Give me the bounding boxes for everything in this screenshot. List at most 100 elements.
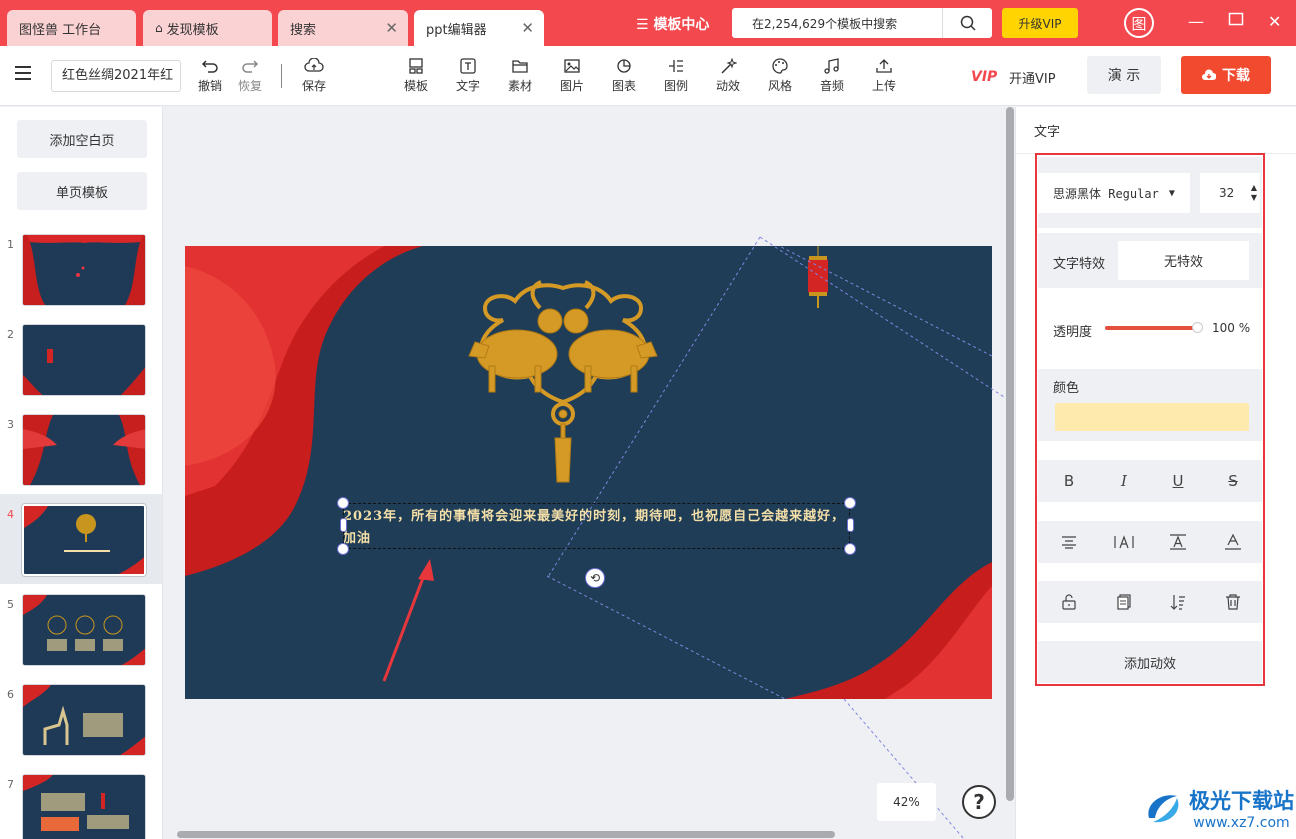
slide-thumbnail[interactable]: 2: [0, 314, 162, 404]
canvas-area: 2023年，所有的事情将会迎来最美好的时刻，期待吧，也祝愿自己会越来越好，加油 …: [164, 107, 1004, 839]
resize-handle[interactable]: [847, 518, 854, 532]
highlight-annotation-box: [1035, 153, 1265, 686]
tab-label: 发现模板: [166, 22, 219, 38]
tab-label: 搜索: [290, 22, 317, 38]
tab-search[interactable]: 搜索 ✕: [278, 10, 408, 46]
slide-thumbnail[interactable]: 5: [0, 584, 162, 674]
close-icon[interactable]: ✕: [521, 19, 534, 37]
slide-thumbnail[interactable]: 1: [0, 224, 162, 314]
resize-handle[interactable]: [337, 497, 349, 509]
animation-button[interactable]: 动效: [716, 58, 740, 94]
legend-icon: [669, 60, 683, 72]
slide-number: 3: [7, 418, 14, 431]
slides-panel: 添加空白页 单页模板 1 2 3 4 5 6 7: [0, 107, 163, 839]
template-button[interactable]: 模板: [404, 58, 428, 94]
chart-icon: [617, 59, 631, 73]
resize-handle[interactable]: [844, 497, 856, 509]
text-icon: [460, 58, 476, 74]
undo-icon: [201, 60, 218, 73]
redo-button[interactable]: 恢复: [238, 58, 262, 94]
undo-button[interactable]: 撤销: [198, 58, 222, 94]
help-icon[interactable]: ?: [962, 785, 996, 819]
legend-button[interactable]: 图例: [664, 58, 688, 94]
divider: [281, 64, 282, 88]
slide-artwork: [185, 246, 992, 699]
horizontal-scrollbar[interactable]: [177, 831, 835, 838]
present-button[interactable]: 演 示: [1087, 56, 1161, 94]
tab-label: ppt编辑器: [426, 22, 487, 38]
image-icon: [564, 59, 580, 73]
zoom-level[interactable]: 42%: [877, 783, 936, 821]
template-icon: [409, 58, 423, 74]
template-center-link[interactable]: ☰ 模板中心: [636, 14, 709, 34]
slide-preview: [22, 414, 146, 486]
cloud-download-icon: [1202, 69, 1216, 80]
tab-workspace[interactable]: 图怪兽 工作台: [7, 10, 136, 46]
tab-discover[interactable]: ⌂ 发现模板: [143, 10, 272, 46]
menu-icon[interactable]: [14, 65, 32, 85]
slide-thumbnail[interactable]: 3: [0, 404, 162, 494]
maximize-icon[interactable]: [1228, 11, 1244, 31]
cloud-save-icon: [304, 58, 324, 72]
slide-preview: [22, 684, 146, 756]
slide-thumbnail[interactable]: 7: [0, 764, 162, 839]
image-button[interactable]: 图片: [560, 58, 584, 94]
download-button[interactable]: 下载: [1181, 56, 1271, 94]
minimize-icon[interactable]: —: [1188, 12, 1204, 31]
document-name-input[interactable]: 红色丝绸2021年红: [51, 60, 181, 92]
app-logo[interactable]: 图: [1124, 8, 1154, 38]
single-page-template-button[interactable]: 单页模板: [17, 172, 147, 210]
slide-number: 6: [7, 688, 14, 701]
slide-number: 4: [7, 508, 14, 521]
slide-number: 7: [7, 778, 14, 791]
music-icon: [824, 58, 839, 74]
vip-logo: VIP: [971, 69, 998, 85]
add-blank-page-button[interactable]: 添加空白页: [17, 120, 147, 158]
slide-preview: [22, 504, 146, 576]
upload-icon: [876, 59, 892, 73]
slide-preview: [22, 324, 146, 396]
material-button[interactable]: 素材: [508, 58, 532, 94]
search-input[interactable]: 在2,254,629个模板中搜索: [732, 15, 942, 32]
resize-handle[interactable]: [340, 518, 347, 532]
slide-number: 1: [7, 238, 14, 251]
resize-handle[interactable]: [337, 543, 349, 555]
upload-button[interactable]: 上传: [872, 58, 896, 94]
menu-lines-icon: ☰: [636, 17, 649, 33]
folder-icon: [512, 60, 528, 73]
editor-toolbar: 红色丝绸2021年红 撤销 恢复 保存 模板 文字 素材 图片 图表 图例 动效: [0, 46, 1296, 106]
vertical-scrollbar[interactable]: [1006, 107, 1014, 801]
redo-icon: [242, 60, 259, 73]
audio-button[interactable]: 音频: [820, 58, 844, 94]
template-search[interactable]: 在2,254,629个模板中搜索: [732, 8, 992, 38]
resize-handle[interactable]: [844, 543, 856, 555]
open-vip-link[interactable]: 开通VIP: [1009, 68, 1056, 87]
text-button[interactable]: 文字: [456, 58, 480, 94]
text-selection-box: [343, 503, 850, 549]
watermark: 极光下载站 www.xz7.com: [1143, 785, 1294, 831]
search-icon[interactable]: [943, 15, 992, 31]
style-button[interactable]: 风格: [768, 58, 792, 94]
slide-preview: [22, 594, 146, 666]
watermark-url: www.xz7.com: [1193, 815, 1290, 831]
magic-wand-icon: [721, 58, 737, 74]
close-icon[interactable]: ✕: [385, 19, 398, 37]
save-button[interactable]: 保存: [302, 58, 326, 94]
title-bar: 图怪兽 工作台 ⌂ 发现模板 搜索 ✕ ppt编辑器 ✕ ☰ 模板中心 在2,2…: [0, 0, 1296, 46]
chart-button[interactable]: 图表: [612, 58, 636, 94]
tab-ppt-editor[interactable]: ppt编辑器 ✕: [414, 10, 544, 46]
home-icon: ⌂: [155, 21, 163, 35]
tab-label: 图怪兽 工作台: [19, 22, 102, 38]
watermark-logo-icon: [1148, 795, 1179, 823]
rotate-handle-icon[interactable]: ⟲: [585, 568, 605, 588]
panel-title: 文字: [1034, 125, 1061, 140]
slide-number: 5: [7, 598, 14, 611]
upgrade-vip-button[interactable]: 升级VIP: [1002, 8, 1078, 38]
slide-thumbnail[interactable]: 6: [0, 674, 162, 764]
slide-preview: [22, 234, 146, 306]
close-icon[interactable]: ✕: [1268, 12, 1281, 31]
slide-preview: [22, 774, 146, 839]
palette-icon: [772, 58, 788, 74]
slide-canvas[interactable]: 2023年，所有的事情将会迎来最美好的时刻，期待吧，也祝愿自己会越来越好，加油: [185, 246, 992, 699]
slide-thumbnail[interactable]: 4: [0, 494, 162, 584]
